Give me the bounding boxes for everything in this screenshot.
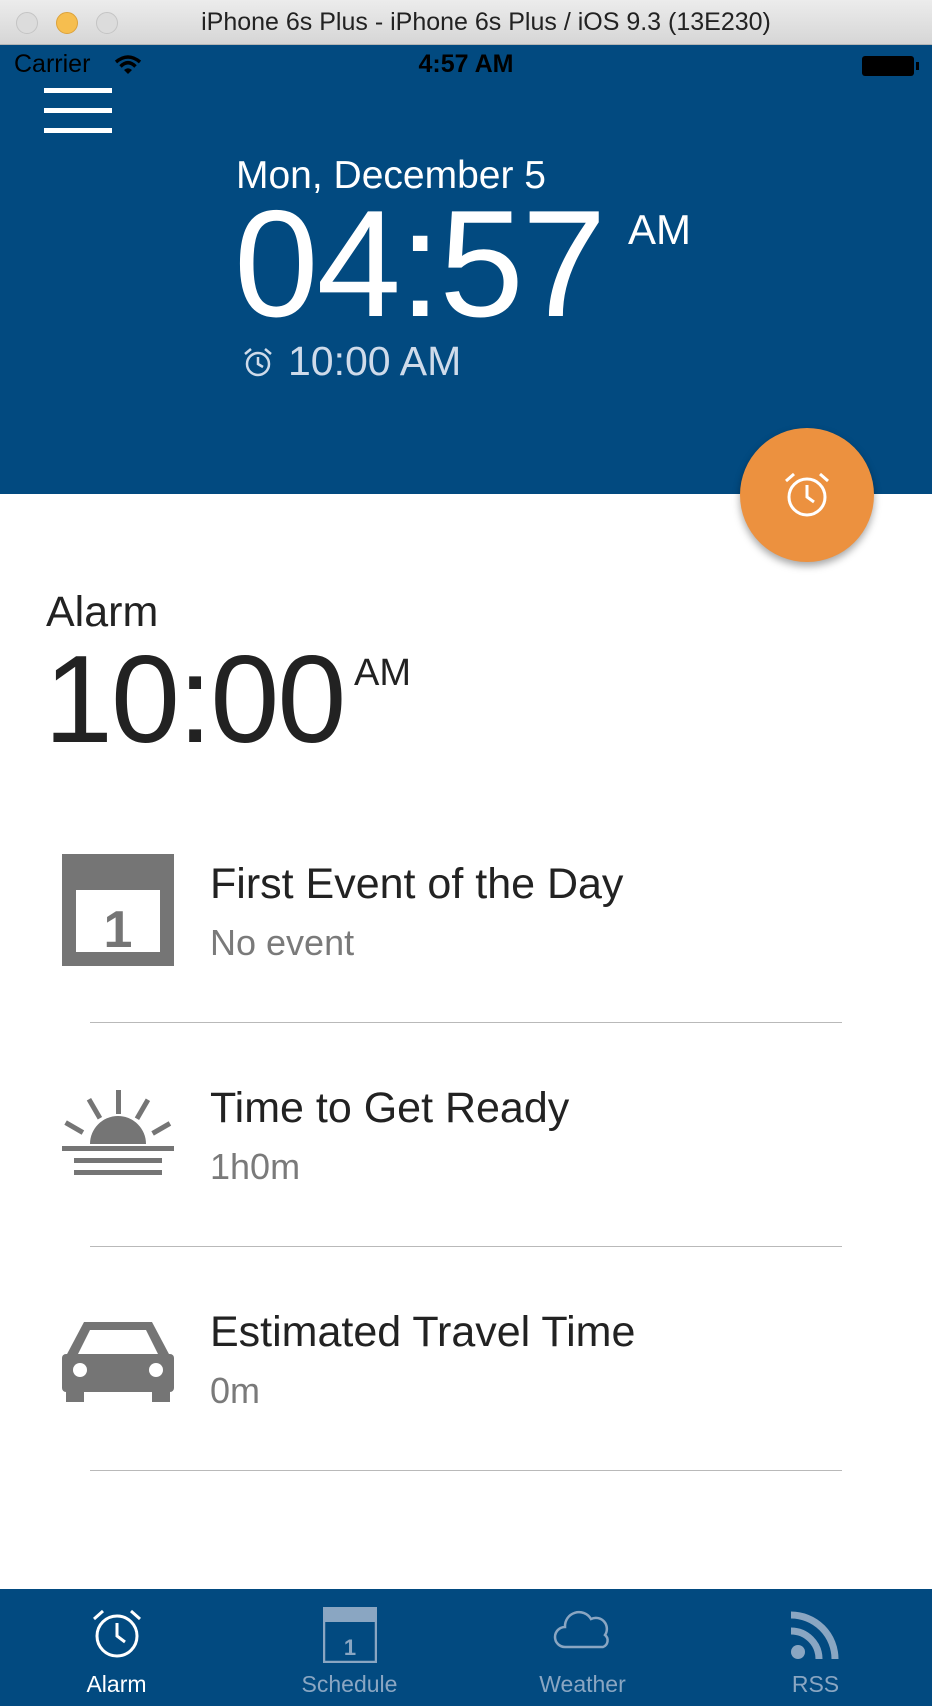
row-title: Time to Get Ready — [210, 1084, 570, 1132]
tab-bar: Alarm 1 Schedule Weather RSS — [0, 1589, 932, 1706]
tab-label: Alarm — [86, 1671, 147, 1697]
tab-label: Schedule — [301, 1671, 398, 1697]
row-divider — [90, 1022, 842, 1023]
battery-icon — [862, 56, 919, 76]
list-item-estimated-travel-time[interactable]: Estimated Travel Time 0m — [0, 1288, 932, 1512]
status-time: 4:57 AM — [418, 50, 514, 78]
simulator-title-bar: iPhone 6s Plus - iPhone 6s Plus / iOS 9.… — [0, 0, 932, 45]
tab-rss[interactable]: RSS — [699, 1589, 932, 1706]
tab-weather[interactable]: Weather — [466, 1589, 699, 1706]
window-title: iPhone 6s Plus - iPhone 6s Plus / iOS 9.… — [201, 8, 771, 36]
tab-schedule[interactable]: 1 Schedule — [233, 1589, 466, 1706]
alarm-label: Alarm — [46, 588, 159, 636]
current-time-ampm: AM — [628, 206, 691, 253]
tab-label: Weather — [539, 1671, 626, 1697]
svg-text:1: 1 — [104, 901, 133, 959]
row-subtitle: No event — [210, 922, 355, 963]
sunrise-icon — [62, 1090, 174, 1175]
cloud-icon — [553, 1610, 609, 1649]
car-icon — [62, 1322, 174, 1402]
next-alarm-time: 10:00 AM — [288, 338, 462, 384]
alarm-clock-icon — [244, 348, 272, 377]
list-item-time-to-get-ready[interactable]: Time to Get Ready 1h0m — [0, 1064, 932, 1288]
tab-label: RSS — [791, 1671, 840, 1697]
svg-text:1: 1 — [343, 1635, 355, 1660]
rss-icon — [790, 1611, 838, 1660]
row-title: Estimated Travel Time — [210, 1308, 636, 1356]
tab-alarm[interactable]: Alarm — [0, 1589, 233, 1706]
alarm-ampm: AM — [354, 652, 411, 694]
alarm-clock-icon — [785, 472, 829, 517]
set-alarm-fab-button[interactable] — [740, 428, 874, 562]
row-divider — [90, 1246, 842, 1247]
hamburger-menu-button[interactable] — [44, 88, 112, 134]
alarm-clock-icon — [92, 1609, 141, 1658]
current-time: 04:57 — [234, 179, 606, 349]
row-divider — [90, 1470, 842, 1471]
row-subtitle: 0m — [210, 1370, 261, 1411]
calendar-icon: 1 — [322, 1606, 377, 1664]
row-subtitle: 1h0m — [210, 1146, 301, 1187]
row-title: First Event of the Day — [210, 860, 624, 908]
calendar-icon: 1 — [62, 854, 174, 966]
list-item-first-event[interactable]: 1 First Event of the Day No event — [0, 840, 932, 1064]
alarm-time[interactable]: 10:00 — [44, 638, 346, 762]
